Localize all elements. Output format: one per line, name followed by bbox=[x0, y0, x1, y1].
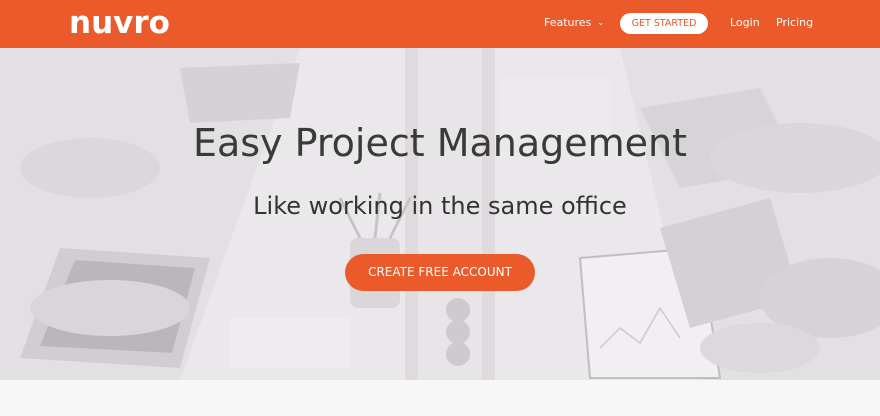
nav-features-dropdown[interactable]: Features ⌄ bbox=[544, 16, 604, 30]
nav-pricing-link[interactable]: Pricing bbox=[776, 16, 813, 30]
hero-section: Easy Project Management Like working in … bbox=[0, 48, 880, 380]
nav-login-link[interactable]: Login bbox=[730, 16, 760, 30]
hero-title: Easy Project Management bbox=[192, 121, 688, 165]
get-started-button[interactable]: GET STARTED bbox=[620, 13, 708, 34]
hero-subtitle: Like working in the same office bbox=[253, 192, 627, 220]
nuvro-logo[interactable]: nuvro bbox=[69, 6, 170, 40]
chevron-down-icon: ⌄ bbox=[597, 18, 605, 27]
below-hero-section bbox=[0, 380, 880, 416]
nav-features-label: Features bbox=[544, 16, 592, 29]
create-free-account-button[interactable]: CREATE FREE ACCOUNT bbox=[345, 254, 535, 291]
top-navbar: nuvro Features ⌄ GET STARTED Login Pricin… bbox=[0, 0, 880, 48]
